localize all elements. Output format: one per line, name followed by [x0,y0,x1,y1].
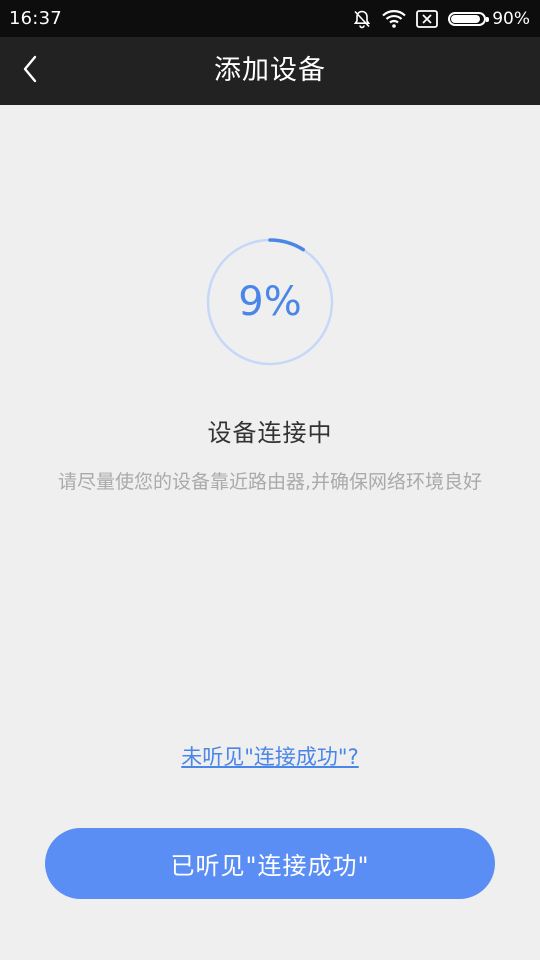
battery-percent: 90% [492,8,530,29]
not-heard-link[interactable]: 未听见"连接成功"? [0,741,540,771]
heard-success-label: 已听见"连接成功" [170,852,370,880]
sim-off-icon [416,9,439,28]
status-hint: 请尽量使您的设备靠近路由器,并确保网络环境良好 [57,471,483,493]
progress-percent: 9% [238,279,302,325]
status-icons: 90% [352,9,530,29]
page-title: 添加设备 [214,55,326,86]
status-time: 16:37 [9,8,62,29]
status-bar: 16:37 90% [0,0,540,37]
heard-success-button[interactable]: 已听见"连接成功" [45,828,495,899]
progress-ring: 9% [205,237,335,367]
wifi-icon [382,9,406,28]
battery-fill [451,14,480,23]
bell-off-icon [352,9,372,29]
status-title: 设备连接中 [207,419,333,447]
battery-nub [486,16,490,22]
nav-bar: 添加设备 [0,37,540,105]
battery-shell [448,11,490,26]
battery-icon: 90% [448,9,530,29]
